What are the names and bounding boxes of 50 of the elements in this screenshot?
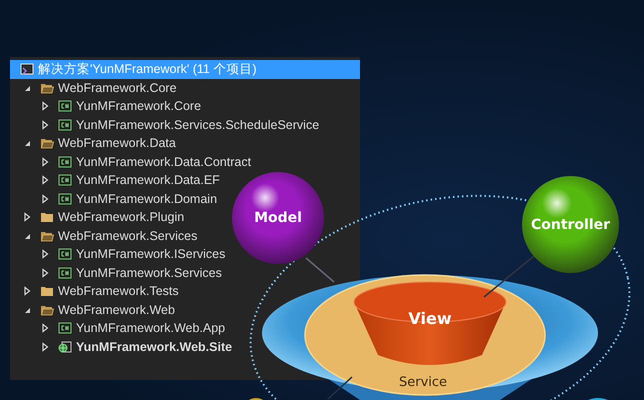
tree-item-label[interactable]: WebFramework.Services bbox=[58, 226, 198, 245]
open-folder-icon bbox=[40, 230, 54, 242]
collapsed-arrow-icon[interactable] bbox=[40, 323, 50, 334]
project-file-icon bbox=[58, 118, 72, 131]
tree-item-label[interactable]: YunMFramework.Data.EF bbox=[76, 171, 220, 190]
tree-item-label[interactable]: YunMFramework.Data.Contract bbox=[76, 152, 252, 171]
collapsed-arrow-icon[interactable] bbox=[40, 342, 50, 352]
collapsed-arrow-icon[interactable] bbox=[40, 194, 50, 204]
collapsed-arrow-icon[interactable] bbox=[40, 156, 50, 167]
project-file-icon bbox=[58, 100, 72, 112]
solution-label: 解决方案'YunMFramework' (11 个项目) bbox=[38, 61, 256, 78]
project-file-icon bbox=[58, 174, 72, 186]
folder-icon bbox=[40, 211, 54, 224]
collapsed-arrow-icon[interactable] bbox=[22, 212, 32, 222]
tree-item-label[interactable]: YunMFramework.Web.App bbox=[76, 319, 226, 338]
project-file-icon bbox=[58, 156, 72, 168]
collapsed-arrow-icon[interactable] bbox=[40, 120, 50, 130]
tree-item-label[interactable]: WebFramework.Tests bbox=[58, 282, 179, 300]
tree-item-label[interactable]: WebFramework.Data bbox=[58, 134, 176, 152]
tree-item-label[interactable]: YunMFramework.Core bbox=[76, 97, 202, 116]
tree-item-label[interactable]: WebFramework.Plugin bbox=[58, 208, 184, 226]
open-folder-icon bbox=[40, 304, 54, 316]
collapsed-arrow-icon[interactable] bbox=[40, 268, 50, 278]
tree-item-label[interactable]: WebFramework.Web bbox=[58, 300, 175, 319]
web-project-icon bbox=[58, 340, 72, 353]
controller-label: Controller bbox=[530, 216, 610, 232]
project-file-icon bbox=[58, 248, 72, 260]
collapsed-arrow-icon[interactable] bbox=[40, 101, 50, 112]
project-file-icon bbox=[58, 192, 72, 205]
open-folder-icon bbox=[40, 137, 54, 150]
open-folder-icon bbox=[40, 82, 54, 94]
project-file-icon bbox=[58, 266, 72, 279]
collapsed-arrow-icon[interactable] bbox=[22, 286, 32, 296]
tree-item-label[interactable]: WebFramework.Core bbox=[58, 78, 177, 97]
collapsed-arrow-icon[interactable] bbox=[40, 249, 50, 260]
tree-item-label[interactable]: YunMFramework.IServices bbox=[76, 245, 226, 264]
connector-line bbox=[306, 257, 334, 283]
tree-item-label[interactable]: YunMFramework.Services bbox=[76, 264, 222, 282]
project-file-icon bbox=[58, 322, 72, 334]
view-label: View bbox=[408, 309, 452, 328]
folder-icon bbox=[40, 285, 54, 298]
solution-icon bbox=[20, 63, 34, 76]
tree-item-label[interactable]: YunMFramework.Services.ScheduleService bbox=[76, 116, 320, 134]
model-label: Model bbox=[254, 210, 302, 226]
tree-item-label[interactable]: YunMFramework.Web.Site bbox=[76, 338, 232, 356]
tree-item-label[interactable]: YunMFramework.Domain bbox=[76, 190, 218, 208]
service-label: Service bbox=[398, 375, 448, 390]
connector-line bbox=[484, 255, 534, 298]
connector-line bbox=[328, 376, 352, 400]
collapsed-arrow-icon[interactable] bbox=[40, 175, 50, 186]
